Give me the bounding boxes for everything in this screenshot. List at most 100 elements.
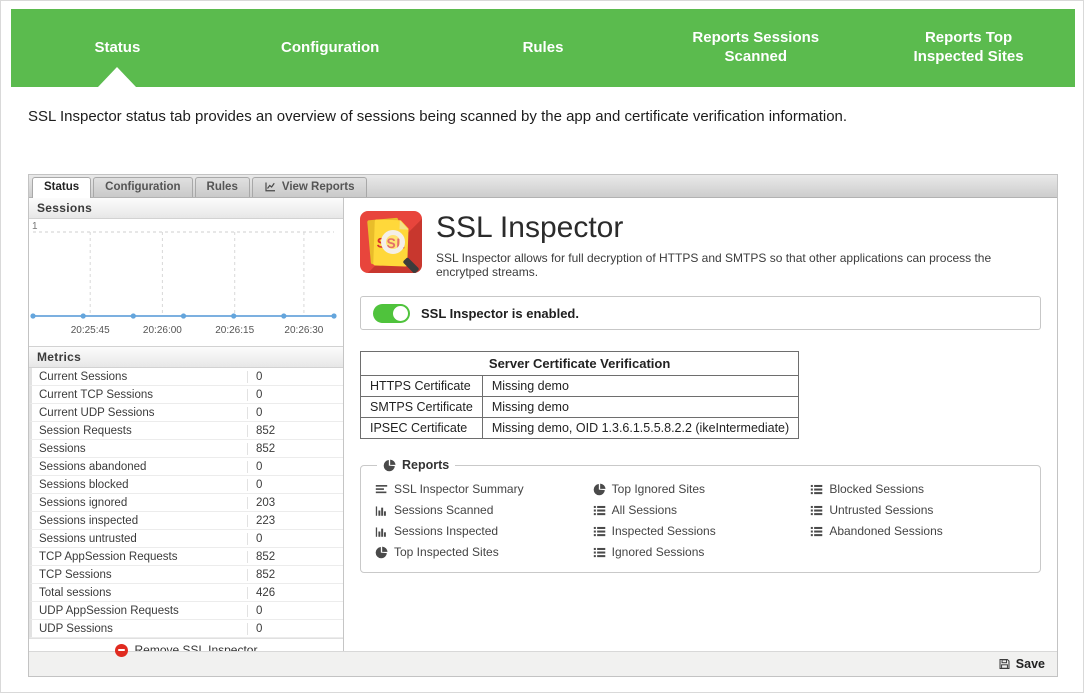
metric-row-tcp-sessions: TCP Sessions852 xyxy=(29,566,343,584)
metric-row-sessions-ignored: Sessions ignored203 xyxy=(29,494,343,512)
list-icon xyxy=(593,504,606,517)
top-navigation-bar: Status Configuration Rules Reports Sessions… xyxy=(11,9,1075,87)
metric-row-sessions-untrusted: Sessions untrusted0 xyxy=(29,530,343,548)
enabled-status-text: SSL Inspector is enabled. xyxy=(421,306,579,321)
report-link-ssl-inspector-summary[interactable]: SSL Inspector Summary xyxy=(375,482,593,496)
nav-tab-rules[interactable]: Rules xyxy=(437,9,650,87)
panel-tab-status[interactable]: Status xyxy=(32,177,91,198)
ssl-inspector-app-icon: SSL xyxy=(360,211,422,273)
metrics-panel-header: Metrics xyxy=(29,346,343,368)
metric-value: 0 xyxy=(247,605,343,617)
metric-row-sessions: Sessions852 xyxy=(29,440,343,458)
ssl-inspector-page: Status Configuration Rules Reports Sessions… xyxy=(0,0,1084,693)
pie-chart-icon xyxy=(593,483,606,496)
cert-row-label: IPSEC Certificate xyxy=(361,418,483,439)
nav-tab-label: Configuration xyxy=(281,39,379,58)
panel-footer: Save xyxy=(29,651,1057,676)
remove-icon xyxy=(115,644,128,657)
reports-legend: Reports xyxy=(377,458,455,472)
report-link-label: All Sessions xyxy=(612,503,677,517)
report-link-ignored-sessions[interactable]: Ignored Sessions xyxy=(593,545,811,559)
metric-row-current-sessions: Current Sessions0 xyxy=(29,368,343,386)
power-status-box: SSL Inspector is enabled. xyxy=(360,296,1041,330)
pie-chart-icon xyxy=(375,546,388,559)
metric-label: Current Sessions xyxy=(32,371,247,383)
report-link-label: Inspected Sessions xyxy=(612,524,716,538)
metric-label: TCP Sessions xyxy=(32,569,247,581)
metric-label: Sessions inspected xyxy=(32,515,247,527)
nav-tab-status[interactable]: Status xyxy=(11,9,224,87)
list-icon xyxy=(810,525,823,538)
metric-label: UDP AppSession Requests xyxy=(32,605,247,617)
list-icon xyxy=(810,483,823,496)
metric-value: 0 xyxy=(247,461,343,473)
cert-row-value: Missing demo xyxy=(482,397,798,418)
left-column: Sessions 120:25:4520:26:0020:26:1520:26:… xyxy=(29,198,344,651)
report-link-blocked-sessions[interactable]: Blocked Sessions xyxy=(810,482,1028,496)
report-link-top-ignored-sites[interactable]: Top Ignored Sites xyxy=(593,482,811,496)
nav-tab-label: Reports Top Inspected Sites xyxy=(894,29,1044,67)
report-link-top-inspected-sites[interactable]: Top Inspected Sites xyxy=(375,545,593,559)
report-link-abandoned-sessions[interactable]: Abandoned Sessions xyxy=(810,524,1028,538)
reports-fieldset: Reports SSL Inspector Summary Sessions Sc… xyxy=(360,458,1041,573)
magnifier-icon xyxy=(381,230,405,254)
metric-value: 0 xyxy=(247,623,343,635)
power-toggle[interactable] xyxy=(373,304,410,323)
report-link-inspected-sessions[interactable]: Inspected Sessions xyxy=(593,524,811,538)
nav-tab-reports-sessions-scanned[interactable]: Reports Sessions Scanned xyxy=(649,9,862,87)
save-button[interactable]: Save xyxy=(998,657,1045,671)
app-description: SSL Inspector allows for full decryption… xyxy=(436,251,1041,279)
metric-value: 426 xyxy=(247,587,343,599)
metrics-table: Current Sessions0Current TCP Sessions0Cu… xyxy=(29,368,343,638)
metric-row-udp-sessions: UDP Sessions0 xyxy=(29,620,343,638)
report-link-label: Untrusted Sessions xyxy=(829,503,933,517)
svg-text:1: 1 xyxy=(32,221,38,232)
report-link-label: Top Ignored Sites xyxy=(612,482,705,496)
cert-verification-table: Server Certificate Verification HTTPS Ce… xyxy=(360,351,799,439)
panel-tab-label: Rules xyxy=(207,181,238,193)
panel-tab-strip: Status Configuration Rules View Reports xyxy=(29,175,1057,198)
svg-text:20:25:45: 20:25:45 xyxy=(71,325,110,336)
panel-content: Sessions 120:25:4520:26:0020:26:1520:26:… xyxy=(29,198,1057,651)
cert-row-ipsec-certificate: IPSEC CertificateMissing demo, OID 1.3.6… xyxy=(361,418,799,439)
cert-row-label: SMTPS Certificate xyxy=(361,397,483,418)
metric-row-session-requests: Session Requests852 xyxy=(29,422,343,440)
bar-chart-icon xyxy=(375,525,388,538)
metric-value: 0 xyxy=(247,389,343,401)
report-link-sessions-scanned[interactable]: Sessions Scanned xyxy=(375,503,593,517)
nav-tab-label: Rules xyxy=(523,39,564,58)
app-branding: SSL SSL Inspector SSL Inspector allows f… xyxy=(360,211,1041,279)
nav-tab-configuration[interactable]: Configuration xyxy=(224,9,437,87)
report-link-label: Top Inspected Sites xyxy=(394,545,499,559)
panel-tab-label: Status xyxy=(44,181,79,193)
report-link-all-sessions[interactable]: All Sessions xyxy=(593,503,811,517)
metric-value: 0 xyxy=(247,407,343,419)
report-column-1: SSL Inspector Summary Sessions Scanned Ses… xyxy=(375,482,593,559)
nav-tab-reports-top-inspected-sites[interactable]: Reports Top Inspected Sites xyxy=(862,9,1075,87)
panel-tab-view-reports[interactable]: View Reports xyxy=(252,177,367,197)
metric-value: 0 xyxy=(247,479,343,491)
svg-text:20:26:15: 20:26:15 xyxy=(215,325,254,336)
chart-line-icon xyxy=(264,181,277,193)
save-floppy-icon xyxy=(998,657,1011,671)
metric-value: 223 xyxy=(247,515,343,527)
metric-label: Sessions blocked xyxy=(32,479,247,491)
metric-label: Current TCP Sessions xyxy=(32,389,247,401)
metric-label: Sessions xyxy=(32,443,247,455)
panel-tab-rules[interactable]: Rules xyxy=(195,177,250,197)
app-title: SSL Inspector xyxy=(436,211,1041,244)
pie-chart-icon xyxy=(383,459,396,472)
report-link-label: Ignored Sessions xyxy=(612,545,705,559)
metric-value: 852 xyxy=(247,569,343,581)
metric-label: Sessions ignored xyxy=(32,497,247,509)
panel-tab-label: Configuration xyxy=(105,181,180,193)
report-link-sessions-inspected[interactable]: Sessions Inspected xyxy=(375,524,593,538)
svg-text:20:26:00: 20:26:00 xyxy=(143,325,182,336)
metric-row-sessions-abandoned: Sessions abandoned0 xyxy=(29,458,343,476)
report-link-untrusted-sessions[interactable]: Untrusted Sessions xyxy=(810,503,1028,517)
metric-row-total-sessions: Total sessions426 xyxy=(29,584,343,602)
metric-row-tcp-appsession-requests: TCP AppSession Requests852 xyxy=(29,548,343,566)
panel-tab-configuration[interactable]: Configuration xyxy=(93,177,192,197)
report-column-3: Blocked Sessions Untrusted Sessions Abando… xyxy=(810,482,1028,559)
active-tab-arrow xyxy=(98,67,136,87)
